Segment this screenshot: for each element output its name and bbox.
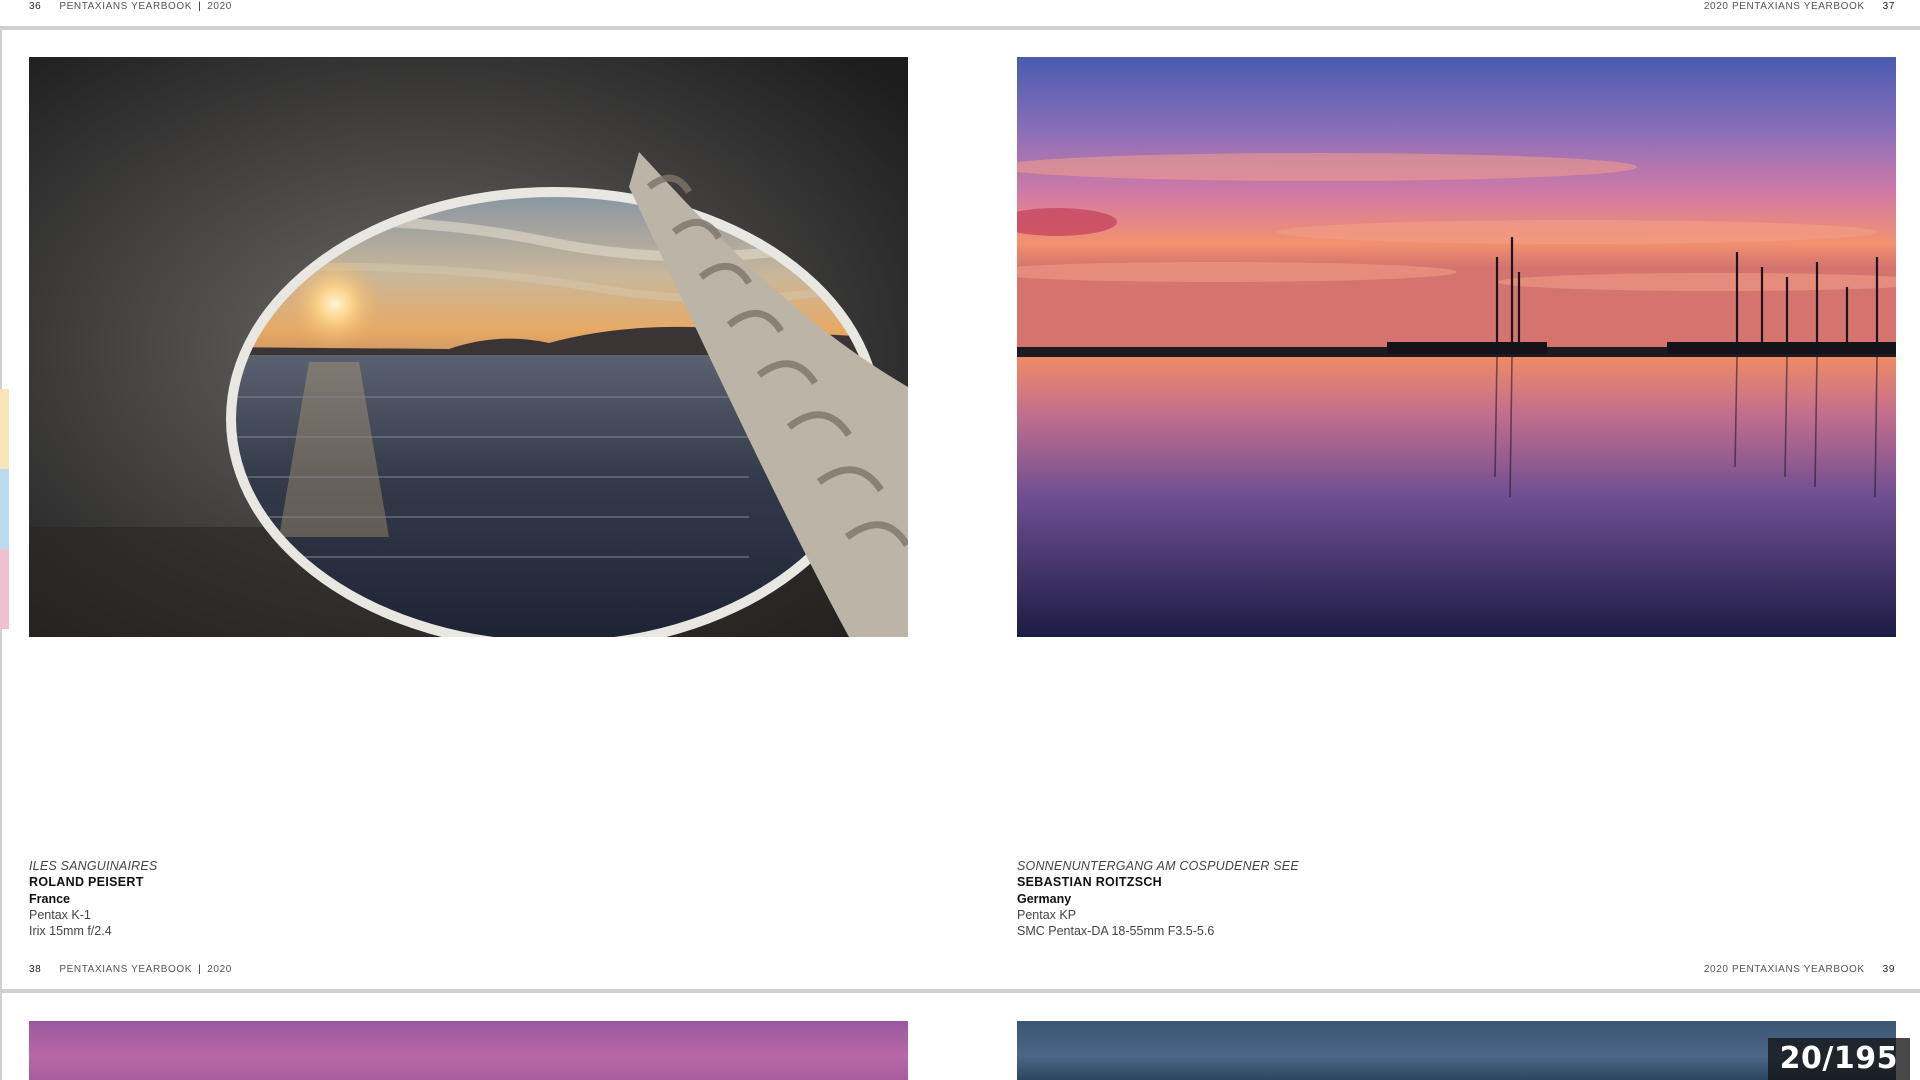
photo-camera: Pentax K-1 — [29, 907, 91, 922]
book-name: PENTAXIANS YEARBOOK — [1731, 1, 1865, 12]
caption-photo-2: SONNENUNTERGANG AM COSPUDENER SEE SEBAST… — [1017, 858, 1299, 939]
photo-next-left — [29, 1021, 908, 1080]
page-number: 37 — [1882, 1, 1895, 12]
page-number: 38 — [29, 964, 42, 975]
photo-camera: Pentax KP — [1017, 907, 1077, 922]
page-left-edge — [0, 993, 2, 1080]
photo-cospudener-see — [1017, 57, 1896, 637]
page-header-right: 2020 PENTAXIANS YEARBOOK 37 — [1704, 1, 1895, 12]
section-tab-pink — [0, 549, 9, 629]
separator: | — [198, 1, 202, 12]
photo-lens: Irix 15mm f/2.4 — [29, 924, 112, 939]
photo-porthole-image — [29, 57, 908, 637]
book-name: PENTAXIANS YEARBOOK — [1731, 964, 1865, 975]
book-year: 2020 — [207, 1, 232, 12]
photo-title: SONNENUNTERGANG AM COSPUDENER SEE — [1017, 859, 1299, 873]
document-viewer[interactable]: 36 PENTAXIANS YEARBOOK | 2020 2020 PENTAXIA… — [0, 0, 1920, 1080]
photo-iles-sanguinaires — [29, 57, 908, 637]
book-year: 2020 — [207, 964, 232, 975]
photo-harbor-image — [1017, 57, 1896, 637]
page-header-left: 36 PENTAXIANS YEARBOOK | 2020 — [29, 1, 232, 12]
section-tab-yellow — [0, 389, 9, 469]
photo-author: SEBASTIAN ROITZSCH — [1017, 875, 1162, 890]
photo-country: France — [29, 891, 70, 906]
caption-photo-1: ILES SANGUINAIRES ROLAND PEISERT France … — [29, 858, 157, 939]
book-year: 2020 — [1703, 1, 1729, 12]
photo-title: ILES SANGUINAIRES — [29, 859, 158, 873]
photo-next-right — [1017, 1021, 1896, 1080]
book-name: PENTAXIANS YEARBOOK — [59, 1, 193, 12]
page-counter: 20/195 — [1767, 1038, 1910, 1080]
photo-author: ROLAND PEISERT — [29, 875, 144, 890]
page-number: 39 — [1882, 964, 1895, 975]
page-footer-left: 38 PENTAXIANS YEARBOOK | 2020 — [29, 964, 232, 975]
page-divider — [0, 989, 1920, 993]
section-tab-blue — [0, 469, 9, 549]
photo-country: Germany — [1017, 891, 1072, 906]
book-name: PENTAXIANS YEARBOOK — [59, 964, 193, 975]
page-divider — [0, 26, 1920, 30]
book-year: 2020 — [1703, 964, 1729, 975]
photo-lens: SMC Pentax-DA 18-55mm F3.5-5.6 — [1017, 924, 1215, 939]
separator: | — [198, 964, 202, 975]
page-number: 36 — [29, 1, 42, 12]
page-footer-right: 2020 PENTAXIANS YEARBOOK 39 — [1704, 964, 1895, 975]
